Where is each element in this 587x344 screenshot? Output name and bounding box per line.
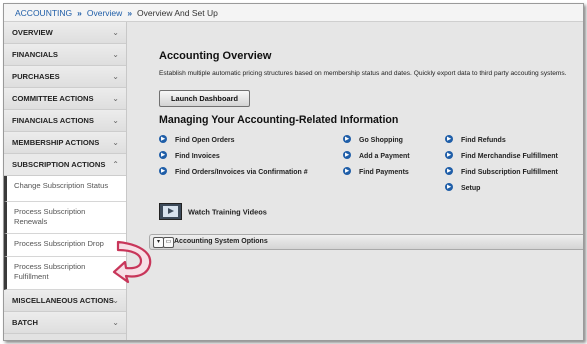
link-label: Find Merchandise Fulfillment (461, 153, 558, 160)
subnav-label: Process Subscription Drop (14, 239, 104, 248)
page-description: Establish multiple automatic pricing str… (159, 70, 567, 77)
main-content: Accounting Overview Establish multiple a… (127, 22, 583, 340)
chevron-down-icon: ⌄ (112, 318, 119, 327)
sidebar-item-batch[interactable]: BATCH ⌄ (4, 312, 126, 334)
arrow-circle-icon: ▶ (445, 183, 453, 192)
link-label: Find Open Orders (175, 137, 235, 144)
link-find-orders-invoices-confirmation[interactable]: ▶ Find Orders/Invoices via Confirmation # (159, 167, 308, 178)
subnav-change-subscription-status[interactable]: Change Subscription Status (4, 176, 126, 202)
launch-dashboard-button[interactable]: Launch Dashboard (159, 90, 250, 107)
options-bar-label: Accounting System Options (174, 238, 268, 245)
arrow-circle-icon: ▶ (445, 135, 453, 144)
callout-arrow-icon (112, 240, 152, 284)
sidebar-item-miscellaneous-actions[interactable]: MISCELLANEOUS ACTIONS ⌄ (4, 290, 126, 312)
arrow-circle-icon: ▶ (343, 151, 351, 160)
breadcrumb-separator: » (77, 8, 82, 18)
sidebar-item-label: SUBSCRIPTION ACTIONS (12, 160, 106, 169)
link-label: Find Refunds (461, 137, 506, 144)
arrow-circle-icon: ▶ (159, 167, 167, 176)
link-setup[interactable]: ▶ Setup (445, 183, 481, 194)
link-label: Find Invoices (175, 153, 220, 160)
link-label: Find Subscription Fulfillment (461, 169, 558, 176)
link-find-invoices[interactable]: ▶ Find Invoices (159, 151, 220, 162)
section-title: Managing Your Accounting-Related Informa… (159, 114, 399, 126)
sidebar-item-membership-actions[interactable]: MEMBERSHIP ACTIONS ⌄ (4, 132, 126, 154)
window-icon[interactable]: ▭ (163, 237, 174, 248)
subnav-label: Process Subscription Fulfillment (14, 262, 86, 281)
link-go-shopping[interactable]: ▶ Go Shopping (343, 135, 403, 146)
watch-training-videos-link[interactable]: Watch Training Videos (159, 203, 267, 221)
chevron-down-icon: ⌄ (112, 296, 119, 305)
chevron-down-icon: ⌄ (112, 94, 119, 103)
link-label: Find Payments (359, 169, 409, 176)
arrow-circle-icon: ▶ (445, 167, 453, 176)
link-label: Setup (461, 185, 481, 192)
breadcrumb-accounting[interactable]: ACCOUNTING (15, 8, 72, 18)
sidebar-item-label: COMMITTEE ACTIONS (12, 94, 94, 103)
sidebar-item-label: BATCH (12, 318, 39, 327)
link-find-merchandise-fulfillment[interactable]: ▶ Find Merchandise Fulfillment (445, 151, 558, 162)
link-label: Go Shopping (359, 137, 403, 144)
breadcrumb: ACCOUNTING » Overview » Overview And Set Up (4, 4, 583, 22)
breadcrumb-separator: » (127, 8, 133, 18)
link-label: Find Orders/Invoices via Confirmation # (175, 169, 308, 176)
breadcrumb-current: Overview And Set Up (137, 8, 218, 18)
sidebar-item-label: MEMBERSHIP ACTIONS (12, 138, 100, 147)
sidebar-item-label: PURCHASES (12, 72, 60, 81)
sidebar: OVERVIEW ⌄ FINANCIALS ⌄ PURCHASES ⌄ COMMITT… (4, 22, 127, 340)
link-find-refunds[interactable]: ▶ Find Refunds (445, 135, 506, 146)
sidebar-item-label: OVERVIEW (12, 28, 53, 37)
arrow-circle-icon: ▶ (343, 167, 351, 176)
sidebar-item-financials[interactable]: FINANCIALS ⌄ (4, 44, 126, 66)
chevron-down-icon: ⌄ (112, 138, 119, 147)
sidebar-item-label: FINANCIALS ACTIONS (12, 116, 94, 125)
video-link-label: Watch Training Videos (188, 207, 267, 217)
chevron-down-icon: ⌄ (112, 28, 119, 37)
subnav-label: Process Subscription Renewals (14, 207, 86, 226)
link-find-subscription-fulfillment[interactable]: ▶ Find Subscription Fulfillment (445, 167, 558, 178)
arrow-circle-icon: ▶ (159, 135, 167, 144)
subnav-process-subscription-renewals[interactable]: Process Subscription Renewals (4, 202, 126, 234)
page-title: Accounting Overview (159, 50, 272, 62)
sidebar-item-committee-actions[interactable]: COMMITTEE ACTIONS ⌄ (4, 88, 126, 110)
sidebar-item-financials-actions[interactable]: FINANCIALS ACTIONS ⌄ (4, 110, 126, 132)
arrow-circle-icon: ▶ (159, 151, 167, 160)
sidebar-item-subscription-actions[interactable]: SUBSCRIPTION ACTIONS ⌃ (4, 154, 126, 176)
sidebar-item-label: MISCELLANEOUS ACTIONS (12, 296, 114, 305)
link-label: Add a Payment (359, 153, 410, 160)
link-find-payments[interactable]: ▶ Find Payments (343, 167, 409, 178)
sidebar-item-purchases[interactable]: PURCHASES ⌄ (4, 66, 126, 88)
arrow-circle-icon: ▶ (343, 135, 351, 144)
chevron-down-icon: ⌄ (112, 72, 119, 81)
chevron-down-icon: ⌄ (112, 50, 119, 59)
app-window: ACCOUNTING» Overview» Overview And Set Up … (3, 3, 584, 341)
chevron-down-icon: ⌄ (112, 116, 119, 125)
sidebar-item-label: FINANCIALS (12, 50, 58, 59)
sidebar-item-overview[interactable]: OVERVIEW ⌄ (4, 22, 126, 44)
breadcrumb-overview[interactable]: Overview (87, 8, 122, 18)
link-find-open-orders[interactable]: ▶ Find Open Orders (159, 135, 235, 146)
accounting-system-options-bar[interactable]: ▾ ▭ Accounting System Options (149, 234, 583, 250)
arrow-circle-icon: ▶ (445, 151, 453, 160)
subnav-label: Change Subscription Status (14, 181, 109, 190)
video-player-icon (159, 203, 182, 221)
chevron-up-icon: ⌃ (112, 160, 119, 169)
link-add-a-payment[interactable]: ▶ Add a Payment (343, 151, 410, 162)
